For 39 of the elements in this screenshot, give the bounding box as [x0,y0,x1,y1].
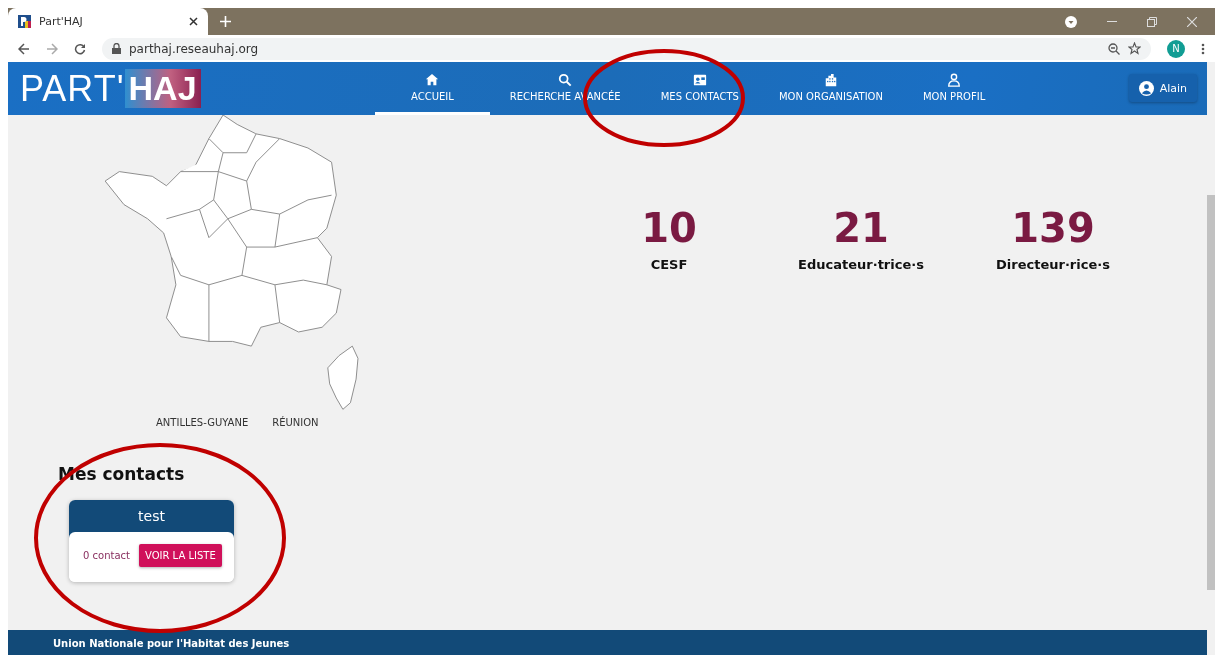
scrollbar-thumb[interactable] [1207,195,1215,590]
new-tab-icon[interactable] [220,16,231,27]
nav-tab[interactable]: MON ORGANISATION [758,62,903,115]
stat-label: Directeur·rice·s [996,257,1110,272]
user-button[interactable]: Alain [1128,74,1197,102]
profile-avatar[interactable]: N [1167,39,1185,58]
contact-card-icon [692,72,707,87]
region-link[interactable]: RÉUNION [272,417,319,428]
region-link[interactable]: ANTILLES-GUYANE [156,417,249,428]
url-text: parthaj.reseauhaj.org [129,41,260,56]
reload-icon[interactable] [74,42,86,55]
stat-label: CESF [650,257,688,272]
building-icon [823,72,838,87]
minimize-icon[interactable] [1107,20,1117,23]
contact-count: 0 contact [83,550,130,561]
stat-label: Educateur·trice·s [798,257,924,272]
browser-tab[interactable]: Part'HAJ [8,8,208,35]
stat-value: 21 [833,205,889,251]
site-logo-icon [18,15,31,28]
nav-tab[interactable]: MES CONTACTS [640,62,759,115]
back-icon[interactable] [18,42,30,55]
close-icon[interactable] [189,17,198,26]
star-icon[interactable] [1128,42,1141,55]
user-avatar-icon [1138,80,1154,96]
view-list-button[interactable]: VOIR LA LISTE [138,544,222,567]
menu-icon[interactable] [1201,42,1205,55]
person-icon [947,72,962,87]
address-bar[interactable]: parthaj.reseauhaj.org [102,37,1151,60]
profile-menu-icon[interactable] [1065,15,1077,28]
zoom-out-icon[interactable] [1108,42,1120,55]
home-icon [425,72,440,87]
lock-icon [112,43,121,54]
stat-value: 139 [1011,205,1095,251]
search-icon [558,72,573,87]
restore-icon[interactable] [1147,16,1157,27]
footer-text: Union Nationale pour l'Habitat des Jeunes [53,638,290,649]
nav-tab[interactable]: MON PROFIL [902,62,1006,115]
tab-title: Part'HAJ [39,15,84,28]
stat-value: 10 [641,205,697,251]
